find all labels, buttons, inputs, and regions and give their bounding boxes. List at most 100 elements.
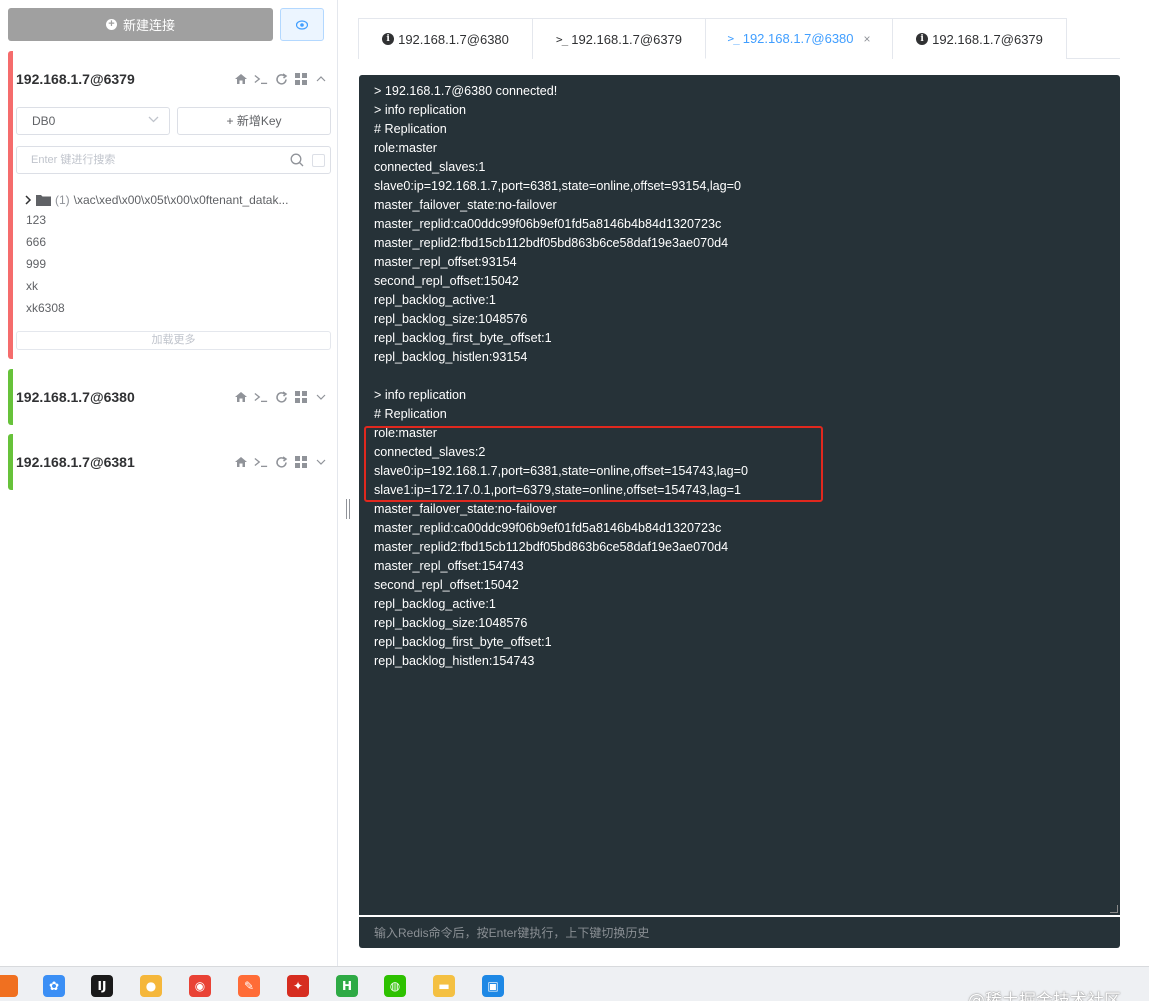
connection-header[interactable]: 192.168.1.7@6380	[13, 369, 338, 425]
app-orange-icon[interactable]	[0, 975, 18, 997]
folder-key-count: (1)	[55, 193, 70, 207]
console-line: master_failover_state:no-failover	[374, 198, 557, 212]
resize-grip-icon[interactable]	[1110, 905, 1118, 913]
file-explorer-icon[interactable]: ▬	[433, 975, 455, 997]
key-list-item[interactable]: 666	[26, 235, 46, 249]
sidebar-resize-handle[interactable]	[346, 499, 352, 519]
connection-title: 192.168.1.7@6380	[16, 389, 135, 405]
terminal-icon: >_	[555, 32, 568, 46]
console-line: repl_backlog_histlen:93154	[374, 350, 528, 364]
console-line: slave0:ip=192.168.1.7,port=6381,state=on…	[374, 179, 742, 193]
refresh-icon[interactable]	[274, 72, 288, 86]
console-line: repl_backlog_first_byte_offset:1	[374, 635, 552, 649]
console-line: slave1:ip=172.17.0.1,port=6379,state=onl…	[374, 483, 742, 497]
console-line: repl_backlog_size:1048576	[374, 616, 528, 630]
tab-info-6380[interactable]: i 192.168.1.7@6380	[358, 18, 533, 59]
console-line: repl_backlog_size:1048576	[374, 312, 528, 326]
info-icon: i	[382, 33, 395, 45]
console-line: > 192.168.1.7@6380 connected!	[374, 84, 558, 98]
watermark-text: @稀土掘金技术社区	[968, 991, 1121, 1001]
refresh-icon[interactable]	[274, 390, 288, 404]
chrome-icon[interactable]: ◉	[189, 975, 211, 997]
baidu-netdisk-icon[interactable]: ✿	[43, 975, 65, 997]
load-more-button[interactable]: 加载更多	[16, 331, 331, 350]
search-icon[interactable]	[290, 153, 304, 167]
database-select-value: DB0	[32, 114, 56, 128]
hbuilder-icon[interactable]: H	[336, 975, 358, 997]
connection-header[interactable]: 192.168.1.7@6381	[13, 434, 338, 490]
eye-icon	[296, 19, 308, 30]
console-line: master_replid:ca00ddc99f06b9ef01fd5a8146…	[374, 521, 722, 535]
tab-bar: i 192.168.1.7@6380 >_ 192.168.1.7@6379 >…	[358, 18, 1120, 59]
connection-title: 192.168.1.7@6381	[16, 454, 135, 470]
tab-label: 192.168.1.7@6379	[571, 31, 683, 47]
close-icon[interactable]: ×	[864, 32, 871, 46]
key-list-item[interactable]: 123	[26, 213, 46, 227]
console-line: master_replid2:fbd15cb112bdf05bd863b6ce5…	[374, 236, 729, 250]
grid-menu-icon[interactable]	[294, 390, 308, 404]
chevron-down-icon[interactable]	[314, 455, 328, 469]
console-line: > info replication	[374, 103, 467, 117]
console-line: # Replication	[374, 122, 447, 136]
exact-search-checkbox[interactable]	[312, 154, 325, 167]
info-icon: i	[916, 33, 929, 45]
key-list-item[interactable]: xk	[26, 279, 38, 293]
tab-label: 192.168.1.7@6380	[398, 31, 509, 47]
terminal-icon[interactable]	[254, 455, 268, 469]
terminal-icon: >_	[727, 32, 739, 45]
console-output[interactable]: > 192.168.1.7@6380 connected! > info repl…	[359, 75, 1120, 915]
connection-title: 192.168.1.7@6379	[16, 71, 135, 87]
terminal-icon[interactable]	[254, 72, 268, 86]
home-icon[interactable]	[234, 455, 248, 469]
home-icon[interactable]	[234, 72, 248, 86]
home-icon[interactable]	[234, 390, 248, 404]
settings-eye-button[interactable]	[280, 8, 324, 41]
terminal-icon[interactable]	[254, 390, 268, 404]
chevron-down-icon	[148, 116, 159, 123]
new-connection-button[interactable]: + 新建连接	[8, 8, 273, 41]
key-list-item[interactable]: xk6308	[26, 301, 65, 315]
console-line: connected_slaves:1	[374, 160, 486, 174]
intellij-idea-icon[interactable]: IJ	[91, 975, 113, 997]
connections-sidebar: + 新建连接 192.168.1.7@6379 DB0 + 新增Key Ente…	[0, 0, 338, 966]
console-line: master_replid2:fbd15cb112bdf05bd863b6ce5…	[374, 540, 729, 554]
chevron-right-icon	[25, 195, 32, 205]
plus-circle-icon: +	[105, 19, 117, 30]
key-search-field	[16, 146, 331, 174]
tab-console-6380[interactable]: >_ 192.168.1.7@6380 ×	[705, 18, 893, 59]
postman-icon[interactable]: ✎	[238, 975, 260, 997]
console-line: slave0:ip=192.168.1.7,port=6381,state=on…	[374, 464, 749, 478]
database-select[interactable]: DB0	[16, 107, 170, 135]
console-line: repl_backlog_first_byte_offset:1	[374, 331, 552, 345]
console-line: # Replication	[374, 407, 447, 421]
key-search-input[interactable]	[17, 147, 267, 173]
grid-menu-icon[interactable]	[294, 72, 308, 86]
console-line: master_failover_state:no-failover	[374, 502, 557, 516]
grid-menu-icon[interactable]	[294, 455, 308, 469]
console-line: master_repl_offset:93154	[374, 255, 517, 269]
console-lines: > 192.168.1.7@6380 connected! > info repl…	[374, 82, 1105, 671]
refresh-icon[interactable]	[274, 455, 288, 469]
console-line: > info replication	[374, 388, 467, 402]
new-key-button[interactable]: + 新增Key	[177, 107, 331, 135]
chevron-down-icon[interactable]	[314, 390, 328, 404]
duck-app-icon[interactable]: ●	[140, 975, 162, 997]
console-line: repl_backlog_histlen:154743	[374, 654, 535, 668]
console-line: repl_backlog_active:1	[374, 293, 496, 307]
console-line: role:master	[374, 141, 437, 155]
connection-header[interactable]: 192.168.1.7@6379	[13, 51, 338, 107]
console-line: role:master	[374, 426, 437, 440]
folder-icon	[36, 195, 51, 206]
console-line: master_repl_offset:154743	[374, 559, 524, 573]
redis-command-input[interactable]	[374, 925, 1074, 940]
connection-item: 192.168.1.7@6379 DB0 + 新增Key (1) \xac\xe…	[8, 51, 338, 359]
chevron-up-icon[interactable]	[314, 72, 328, 86]
key-folder-item[interactable]: (1) \xac\xed\x00\x05t\x00\x0ftenant_data…	[24, 191, 334, 209]
tab-console-6379[interactable]: >_ 192.168.1.7@6379	[532, 18, 706, 59]
app-blue-orange-icon[interactable]: ▣	[482, 975, 504, 997]
key-list-item[interactable]: 999	[26, 257, 46, 271]
wechat-icon[interactable]: ◍	[384, 975, 406, 997]
command-input-bar	[359, 917, 1120, 948]
tab-info-6379[interactable]: i 192.168.1.7@6379	[892, 18, 1067, 59]
redis-manager-icon[interactable]: ✦	[287, 975, 309, 997]
